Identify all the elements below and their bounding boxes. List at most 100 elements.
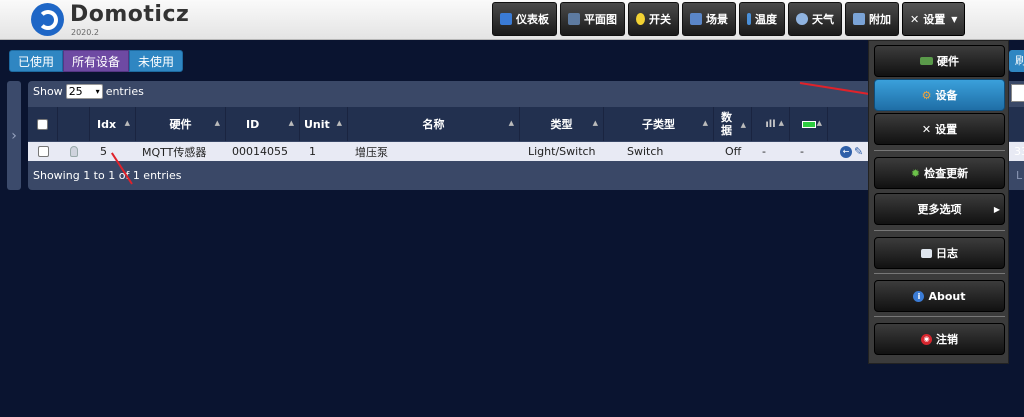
menu-item-devices[interactable]: ⚙ 设备: [874, 79, 1005, 111]
dashboard-icon: [500, 13, 512, 25]
nav-weather[interactable]: 天气: [788, 2, 842, 36]
menu-divider: [874, 273, 1005, 274]
cell-name: 增压泵: [355, 145, 388, 159]
nav-floorplan[interactable]: 平面图: [560, 2, 625, 36]
menu-divider: [874, 230, 1005, 231]
add-device-icon[interactable]: ←: [840, 145, 852, 158]
caret-down-icon: ▼: [951, 14, 958, 24]
tools-icon: ✕: [921, 122, 932, 136]
scene-icon: [690, 13, 702, 25]
setup-dropdown-menu: 硬件 ⚙ 设备 ✕ 设置 ✹ 检查更新 更多选项 ▶ 日志 i About ◉ 注销: [868, 40, 1009, 364]
menu-divider: [874, 150, 1005, 151]
nav-addons[interactable]: 附加: [845, 2, 899, 36]
sort-icon: ▲: [124, 119, 130, 127]
signal-icon: ıll: [765, 118, 776, 130]
info-icon: i: [913, 290, 925, 302]
cell-battery: -: [800, 145, 804, 158]
device-filter-tabs: 已使用 所有设备 未使用: [9, 50, 184, 72]
main-nav: 仪表板 平面图 开关 场景 温度 天气 附加 ✕ 设置 ▼: [492, 2, 966, 36]
filter-unused[interactable]: 未使用: [129, 50, 184, 72]
col-name[interactable]: 名称 ▲: [348, 107, 520, 141]
page-length-select[interactable]: 25 ▾: [65, 84, 103, 99]
sort-icon: ▲: [816, 119, 822, 127]
top-header: Domoticz 2020.2 仪表板 平面图 开关 场景 温度 天气 附加 ✕…: [0, 0, 1024, 40]
col-battery[interactable]: ▲: [790, 107, 828, 141]
cell-data: Off: [725, 145, 742, 158]
col-idx[interactable]: Idx ▲: [90, 107, 136, 141]
update-icon: ✹: [910, 166, 921, 180]
search-input[interactable]: [1011, 84, 1024, 102]
row-checkbox-cell: [28, 142, 58, 161]
col-hardware[interactable]: 硬件 ▲: [136, 107, 226, 141]
col-icon: [58, 107, 90, 141]
select-all-checkbox[interactable]: [37, 118, 48, 130]
tools-icon: ✕: [910, 12, 920, 26]
addon-icon: [853, 13, 865, 25]
sort-icon: ▲: [288, 119, 294, 127]
col-data[interactable]: 数 据 ▲: [714, 107, 752, 141]
select-all-checkbox-cell: [28, 107, 58, 141]
nav-switches[interactable]: 开关: [628, 2, 679, 36]
nav-scenes[interactable]: 场景: [682, 2, 736, 36]
thermometer-icon: [747, 13, 751, 25]
bulb-icon: [636, 13, 645, 25]
table-info: Showing 1 to 1 of 1 entries: [33, 169, 182, 182]
cell-lastseen-partial: 33: [1014, 145, 1024, 158]
submenu-arrow-icon: ▶: [993, 204, 1000, 214]
gear-icon: ⚙: [921, 88, 932, 102]
brand-name: Domoticz: [70, 2, 190, 27]
bulb-icon: [70, 146, 78, 157]
sort-icon: ▲: [214, 119, 220, 127]
menu-item-settings[interactable]: ✕ 设置: [874, 113, 1005, 145]
cloud-icon: [796, 13, 808, 25]
sort-icon: ▲: [508, 119, 514, 127]
edit-icon[interactable]: ✎: [854, 145, 863, 158]
cell-id: 00014055: [232, 145, 288, 158]
col-signal[interactable]: ıll ▲: [752, 107, 790, 141]
version-label: 2020.2: [71, 28, 99, 37]
cell-subtype: Switch: [627, 145, 664, 158]
hardware-icon: [920, 57, 933, 65]
battery-icon: [801, 120, 816, 128]
sort-icon: ▲: [336, 119, 342, 127]
sort-icon: ▲: [740, 121, 746, 129]
menu-item-hardware[interactable]: 硬件: [874, 45, 1005, 77]
chevron-right-icon: ›: [11, 127, 17, 144]
nav-dashboard[interactable]: 仪表板: [492, 2, 557, 36]
nav-temperature[interactable]: 温度: [739, 2, 785, 36]
house-icon: [568, 13, 580, 25]
cell-idx: 5: [100, 145, 107, 158]
row-icon-cell: [58, 142, 90, 161]
chevron-down-icon: ▾: [95, 87, 100, 96]
logout-icon: ◉: [921, 333, 932, 345]
menu-item-logout[interactable]: ◉ 注销: [874, 323, 1005, 355]
menu-divider: [874, 316, 1005, 317]
menu-item-about[interactable]: i About: [874, 280, 1005, 312]
col-id[interactable]: ID ▲: [226, 107, 300, 141]
cell-signal: -: [762, 145, 766, 158]
menu-item-check-update[interactable]: ✹ 检查更新: [874, 157, 1005, 189]
filter-used[interactable]: 已使用: [9, 50, 64, 72]
col-subtype[interactable]: 子类型 ▲: [604, 107, 714, 141]
log-icon: [921, 248, 932, 258]
nav-setup[interactable]: ✕ 设置 ▼: [902, 2, 966, 36]
col-actions: [828, 107, 868, 141]
pagination-partial[interactable]: L: [1016, 169, 1022, 182]
sort-icon: ▲: [702, 119, 708, 127]
filter-all-devices[interactable]: 所有设备: [63, 50, 130, 72]
cell-unit: 1: [309, 145, 316, 158]
cell-type: Light/Switch: [528, 145, 596, 158]
menu-item-log[interactable]: 日志: [874, 237, 1005, 269]
cell-hardware: MQTT传感器: [142, 145, 207, 159]
col-unit[interactable]: Unit ▲: [300, 107, 348, 141]
row-checkbox[interactable]: [37, 146, 49, 157]
domoticz-logo-icon: [31, 3, 64, 36]
col-type[interactable]: 类型 ▲: [520, 107, 604, 141]
refresh-button[interactable]: 刷: [1009, 50, 1024, 72]
menu-item-more-options[interactable]: 更多选项 ▶: [874, 193, 1005, 225]
sort-icon: ▲: [778, 119, 784, 127]
expand-handle[interactable]: ›: [7, 81, 21, 190]
page-length-control: Show 25 ▾ entries: [33, 84, 144, 99]
cell-actions: ← ✎: [840, 142, 868, 161]
sort-icon: ▲: [592, 119, 598, 127]
